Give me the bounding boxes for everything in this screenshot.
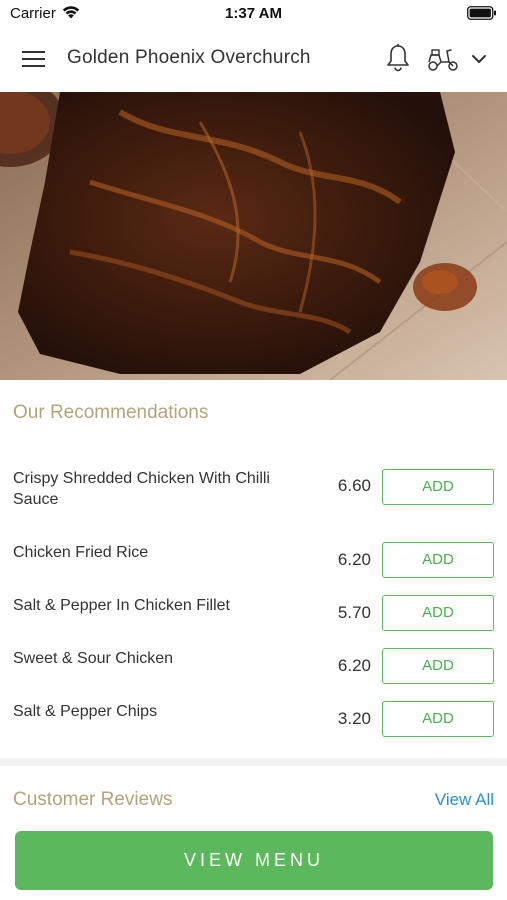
- view-all-link[interactable]: View All: [435, 790, 494, 810]
- item-name: Chicken Fried Rice: [13, 544, 149, 561]
- add-button[interactable]: ADD: [382, 469, 494, 505]
- app-header: Golden Phoenix Overchurch: [0, 28, 507, 92]
- add-button[interactable]: ADD: [382, 648, 494, 684]
- add-button[interactable]: ADD: [382, 701, 494, 737]
- view-menu-button[interactable]: VIEW MENU: [15, 831, 493, 890]
- recommendations-title: Our Recommendations: [13, 402, 209, 423]
- battery-icon: [467, 6, 497, 20]
- scooter-icon[interactable]: [427, 46, 459, 72]
- item-name: Sweet & Sour Chicken: [13, 650, 174, 667]
- chevron-down-icon[interactable]: [470, 50, 488, 68]
- hero-food-image: [0, 92, 507, 380]
- reviews-title: Customer Reviews: [13, 789, 173, 810]
- add-button[interactable]: ADD: [382, 542, 494, 578]
- status-bar: Carrier 1:37 AM: [0, 0, 507, 28]
- item-price: 6.20: [337, 656, 371, 675]
- section-divider: [0, 758, 507, 766]
- item-name: Salt & Pepper Chips: [13, 703, 158, 720]
- item-price: 6.20: [337, 550, 371, 569]
- item-name: Salt & Pepper In Chicken Fillet: [13, 597, 230, 614]
- item-name: Crispy Shredded Chicken With Chilli Sauc…: [13, 470, 270, 508]
- restaurant-title: Golden Phoenix Overchurch: [67, 47, 311, 68]
- bell-icon[interactable]: [385, 43, 411, 73]
- item-price: 3.20: [337, 709, 371, 728]
- status-time: 1:37 AM: [225, 5, 282, 22]
- add-button[interactable]: ADD: [382, 595, 494, 631]
- item-price: 5.70: [337, 603, 371, 622]
- item-price: 6.60: [337, 476, 371, 495]
- menu-icon[interactable]: [22, 49, 46, 69]
